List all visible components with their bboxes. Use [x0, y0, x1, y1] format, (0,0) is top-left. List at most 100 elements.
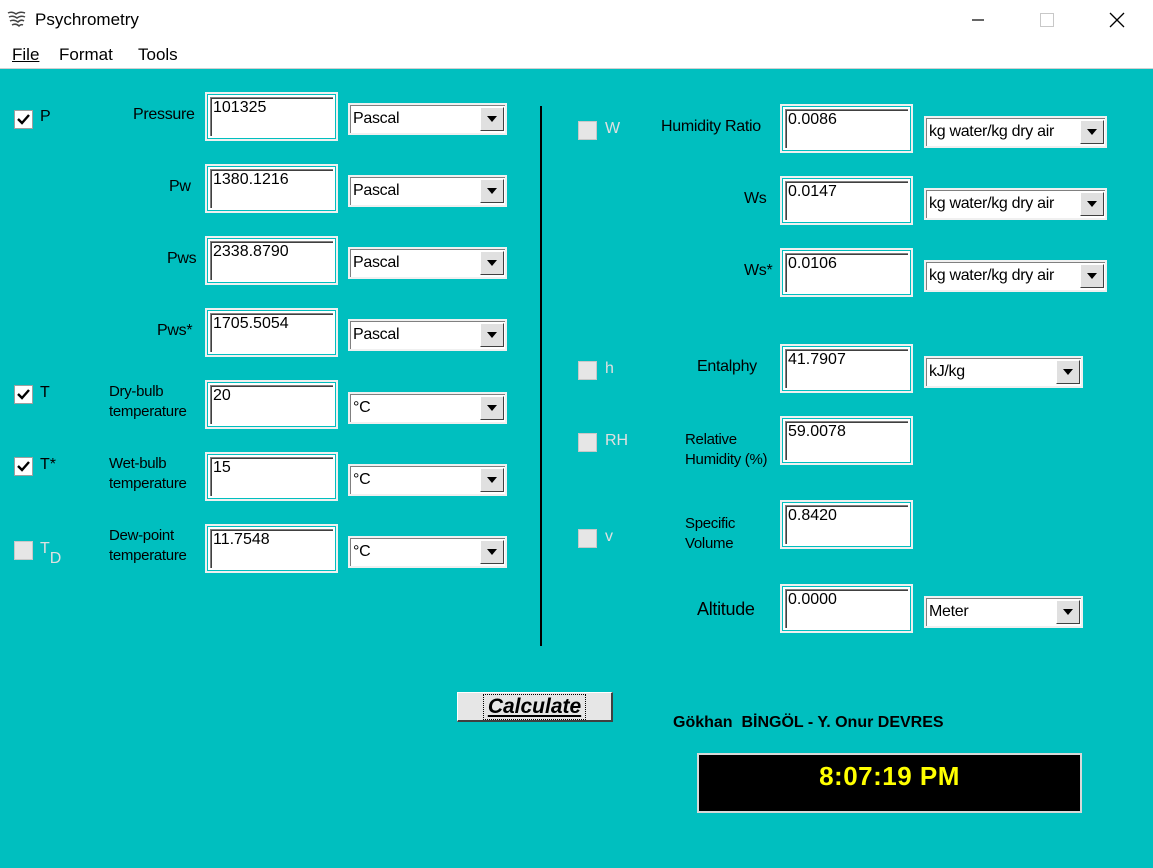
dropdown-arrow-icon[interactable]: [1080, 120, 1104, 144]
ws-field[interactable]: 0.0147: [783, 179, 910, 222]
relative-humidity-field[interactable]: 59.0078: [783, 419, 910, 462]
maximize-icon: [1040, 13, 1054, 27]
pressure-unit-select[interactable]: Pascal: [348, 103, 507, 135]
menu-format[interactable]: Format: [59, 45, 113, 65]
checkbox-td-sub: D: [49, 550, 62, 567]
label-humidity-ratio: Humidity Ratio: [661, 118, 761, 135]
checkbox-p-label: P: [40, 108, 51, 125]
dropdown-arrow-icon[interactable]: [1056, 360, 1080, 384]
dew-point-field[interactable]: 11.7548: [208, 527, 335, 570]
pws-star-field[interactable]: 1705.5054: [208, 311, 335, 354]
checkbox-rh[interactable]: [578, 433, 597, 452]
checkbox-t-star[interactable]: [14, 457, 33, 476]
label-pressure: Pressure: [133, 106, 195, 123]
checkbox-w[interactable]: [578, 121, 597, 140]
dropdown-arrow-icon[interactable]: [480, 396, 504, 420]
altitude-unit-select[interactable]: Meter: [924, 596, 1083, 628]
dew-point-unit-select[interactable]: °C: [348, 536, 507, 568]
menu-tools[interactable]: Tools: [138, 45, 178, 65]
checkbox-h[interactable]: [578, 361, 597, 380]
dry-bulb-unit-select[interactable]: °C: [348, 392, 507, 424]
minimize-icon: [972, 19, 984, 21]
enthalpy-unit-value: kJ/kg: [929, 363, 965, 380]
dropdown-arrow-icon[interactable]: [480, 179, 504, 203]
specific-volume-field[interactable]: 0.8420: [783, 503, 910, 546]
label-relative-humidity: Relative Humidity (%): [685, 430, 768, 470]
pws-star-unit-select[interactable]: Pascal: [348, 319, 507, 351]
enthalpy-field[interactable]: 41.7907: [783, 347, 910, 390]
minimize-button[interactable]: [943, 0, 1013, 40]
title-bar: Psychrometry: [0, 0, 1153, 40]
label-enthalpy: Entalphy: [697, 358, 757, 375]
pressure-unit-value: Pascal: [353, 110, 400, 127]
checkmark-icon: [17, 114, 30, 125]
label-wet-bulb-1: Wet-bulb: [109, 455, 167, 472]
label-rh-2: Humidity (%): [685, 451, 768, 468]
pws-unit-value: Pascal: [353, 254, 400, 271]
dropdown-arrow-icon[interactable]: [480, 323, 504, 347]
pws-field[interactable]: 2338.8790: [208, 239, 335, 282]
dry-bulb-unit-value: °C: [353, 399, 371, 416]
wet-bulb-unit-value: °C: [353, 471, 371, 488]
calculate-button[interactable]: Calculate: [457, 692, 613, 722]
pressure-field[interactable]: 101325: [208, 95, 335, 138]
menu-format-label: Format: [59, 45, 113, 64]
checkbox-rh-label: RH: [605, 432, 629, 449]
dry-bulb-field[interactable]: 20: [208, 383, 335, 426]
ws-star-field[interactable]: 0.0106: [783, 251, 910, 294]
ws-star-unit-value: kg water/kg dry air: [929, 267, 1055, 284]
label-dry-bulb: Dry-bulb temperature: [109, 382, 187, 422]
checkbox-v[interactable]: [578, 529, 597, 548]
menu-file[interactable]: File: [12, 45, 39, 65]
close-button[interactable]: [1082, 0, 1152, 40]
label-ws-star: Ws*: [744, 262, 773, 279]
pw-unit-select[interactable]: Pascal: [348, 175, 507, 207]
checkbox-t[interactable]: [14, 385, 33, 404]
menu-tools-label: Tools: [138, 45, 178, 64]
checkbox-p[interactable]: [14, 110, 33, 129]
pw-field[interactable]: 1380.1216: [208, 167, 335, 210]
checkbox-td-label: TD: [40, 540, 61, 568]
dropdown-arrow-icon[interactable]: [480, 107, 504, 131]
clock-display: 8:07:19 PM: [697, 753, 1082, 813]
checkbox-w-label: W: [605, 120, 621, 137]
dropdown-arrow-icon[interactable]: [480, 251, 504, 275]
dropdown-arrow-icon[interactable]: [1056, 600, 1080, 624]
pws-star-unit-value: Pascal: [353, 326, 400, 343]
dropdown-arrow-icon[interactable]: [480, 468, 504, 492]
pws-unit-select[interactable]: Pascal: [348, 247, 507, 279]
menu-file-label: File: [12, 45, 40, 64]
dropdown-arrow-icon[interactable]: [1080, 192, 1104, 216]
humidity-ratio-field[interactable]: 0.0086: [783, 107, 910, 150]
pw-unit-value: Pascal: [353, 182, 400, 199]
enthalpy-unit-select[interactable]: kJ/kg: [924, 356, 1083, 388]
close-icon: [1109, 12, 1125, 28]
clock-time: 8:07:19 PM: [819, 761, 960, 791]
checkbox-t-star-label: T*: [40, 456, 56, 473]
label-wet-bulb: Wet-bulb temperature: [109, 454, 187, 494]
wet-bulb-unit-select[interactable]: °C: [348, 464, 507, 496]
checkmark-icon: [17, 461, 30, 472]
checkbox-td[interactable]: [14, 541, 33, 560]
dropdown-arrow-icon[interactable]: [1080, 264, 1104, 288]
ws-star-unit-select[interactable]: kg water/kg dry air: [924, 260, 1107, 292]
label-pws-star: Pws*: [157, 322, 193, 339]
wet-bulb-field[interactable]: 15: [208, 455, 335, 498]
app-icon: [7, 11, 26, 28]
dropdown-arrow-icon[interactable]: [480, 540, 504, 564]
label-specific-volume: Specific Volume: [685, 514, 735, 554]
checkbox-h-label: h: [605, 360, 614, 377]
label-wet-bulb-2: temperature: [109, 475, 187, 492]
label-sv-2: Volume: [685, 535, 734, 552]
authors-credit: Gökhan BİNGÖL - Y. Onur DEVRES: [673, 714, 944, 731]
altitude-unit-value: Meter: [929, 603, 969, 620]
humidity-ratio-unit-value: kg water/kg dry air: [929, 123, 1055, 140]
label-ws: Ws: [744, 190, 767, 207]
checkmark-icon: [17, 389, 30, 400]
humidity-ratio-unit-select[interactable]: kg water/kg dry air: [924, 116, 1107, 148]
ws-unit-select[interactable]: kg water/kg dry air: [924, 188, 1107, 220]
altitude-field[interactable]: 0.0000: [783, 587, 910, 630]
label-pws: Pws: [167, 250, 197, 267]
dew-point-unit-value: °C: [353, 543, 371, 560]
maximize-button[interactable]: [1012, 0, 1082, 40]
